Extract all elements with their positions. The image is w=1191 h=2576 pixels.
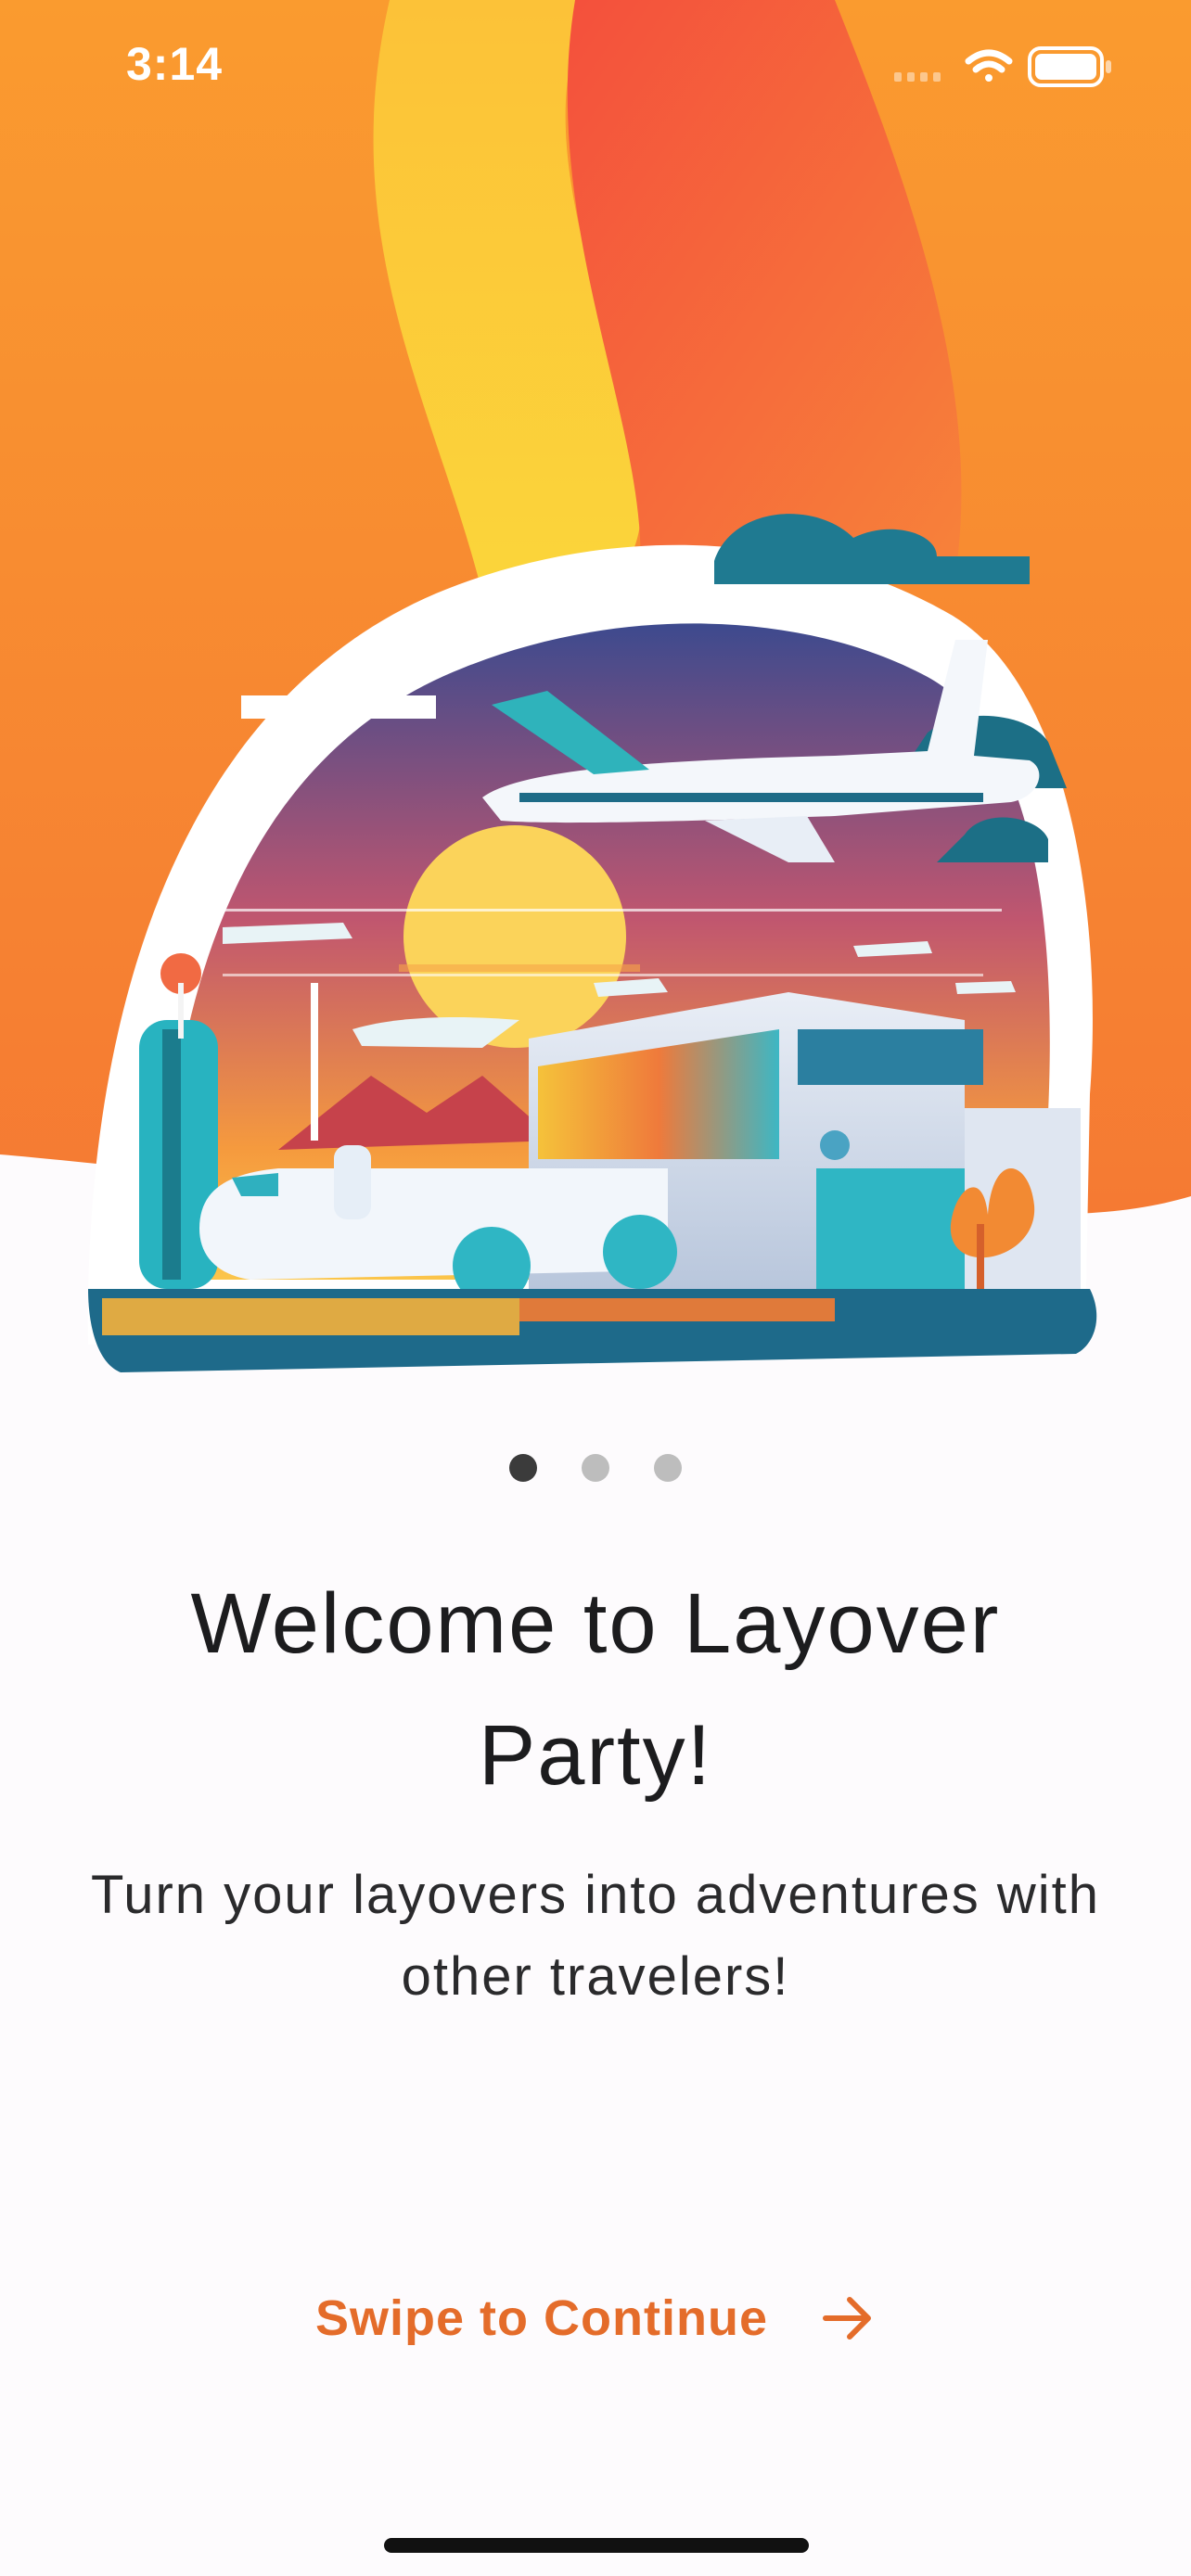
home-indicator[interactable] bbox=[384, 2538, 809, 2553]
onboarding-screen: 3:14 Welcome to Layover Party! Turn your… bbox=[0, 0, 1191, 2576]
arrow-right-icon bbox=[822, 2297, 871, 2340]
hero-illustration bbox=[0, 0, 1191, 1391]
page-indicator[interactable] bbox=[0, 1454, 1191, 1495]
signal-icon bbox=[894, 72, 941, 82]
wifi-icon bbox=[965, 49, 1013, 82]
page-dot-1[interactable] bbox=[508, 1454, 537, 1482]
onboarding-subtitle: Turn your layovers into adventures with … bbox=[90, 1865, 1101, 2007]
page-dot-3[interactable] bbox=[654, 1454, 683, 1482]
onboarding-title: Welcome to Layover Party! bbox=[190, 1576, 1001, 1803]
status-time: 3:14 bbox=[126, 38, 224, 90]
status-bar: 3:14 bbox=[0, 0, 1191, 139]
battery-icon bbox=[1028, 46, 1111, 87]
page-dot-2[interactable] bbox=[582, 1454, 609, 1482]
cta-label: Swipe to Continue bbox=[315, 2290, 768, 2346]
swipe-to-continue-button[interactable]: Swipe to Continue bbox=[0, 2281, 1191, 2355]
status-icons bbox=[894, 46, 1111, 87]
